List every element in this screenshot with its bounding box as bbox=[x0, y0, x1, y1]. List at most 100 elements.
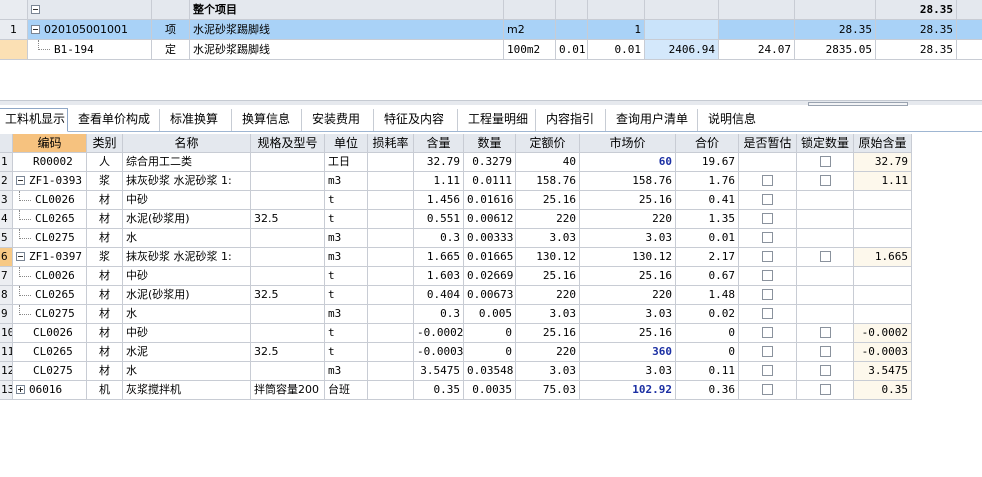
resource-row[interactable]: 6 ZF1-0397 浆抹灰砂浆 水泥砂浆 1: m3 1.665 0.01665 130.… bbox=[0, 248, 912, 267]
quantity-cell[interactable]: 0.02669 bbox=[464, 267, 516, 286]
col-original-content[interactable]: 原始含量 bbox=[854, 134, 912, 153]
code-cell[interactable]: R00002 bbox=[13, 153, 87, 172]
loss-rate-cell[interactable] bbox=[368, 267, 414, 286]
lock-quantity-checkbox[interactable] bbox=[819, 345, 831, 357]
unit-cell[interactable]: t bbox=[325, 191, 368, 210]
lock-quantity-checkbox[interactable] bbox=[819, 326, 831, 338]
market-price-cell[interactable]: 220 bbox=[580, 210, 676, 229]
content-cell[interactable]: 1.11 bbox=[414, 172, 464, 191]
name-cell[interactable]: 水 bbox=[123, 229, 251, 248]
quantity-cell[interactable]: 0.3279 bbox=[464, 153, 516, 172]
loss-rate-cell[interactable] bbox=[368, 324, 414, 343]
lock-quantity-checkbox[interactable] bbox=[819, 155, 831, 167]
tab-query-user-list[interactable]: 查询用户清单 bbox=[610, 109, 698, 131]
col-provisional[interactable]: 是否暂估 bbox=[739, 134, 797, 153]
quota-quantity[interactable]: 0.01 bbox=[588, 40, 645, 60]
unit-cell[interactable]: 台班 bbox=[325, 381, 368, 400]
market-price-cell[interactable]: 130.12 bbox=[580, 248, 676, 267]
col-quota-price[interactable]: 定额价 bbox=[516, 134, 580, 153]
provisional-checkbox[interactable] bbox=[762, 212, 773, 224]
name-cell[interactable]: 水泥(砂浆用) bbox=[123, 210, 251, 229]
unit-cell[interactable]: m3 bbox=[325, 362, 368, 381]
market-price-cell[interactable]: 3.03 bbox=[580, 362, 676, 381]
name-cell[interactable]: 抹灰砂浆 水泥砂浆 1: bbox=[123, 172, 251, 191]
loss-rate-cell[interactable] bbox=[368, 229, 414, 248]
quantity-cell[interactable]: 0.00612 bbox=[464, 210, 516, 229]
loss-rate-cell[interactable] bbox=[368, 172, 414, 191]
code-cell[interactable]: CL0026 bbox=[13, 267, 87, 286]
collapse-icon[interactable] bbox=[16, 251, 25, 261]
loss-rate-cell[interactable] bbox=[368, 248, 414, 267]
quantity-cell[interactable]: 0 bbox=[464, 343, 516, 362]
tab-content-guide[interactable]: 内容指引 bbox=[540, 109, 606, 131]
name-cell[interactable]: 中砂 bbox=[123, 267, 251, 286]
content-cell[interactable]: -0.0003 bbox=[414, 343, 464, 362]
code-cell[interactable]: ZF1-0393 bbox=[13, 172, 87, 191]
collapse-icon[interactable] bbox=[31, 24, 40, 34]
resource-row[interactable]: 1 R00002 人综合用工二类 工日 32.79 0.3279 40 60 19.67 32.7… bbox=[0, 153, 912, 172]
content-cell[interactable]: 0.3 bbox=[414, 229, 464, 248]
quantity-cell[interactable]: 0 bbox=[464, 324, 516, 343]
tab-installation-fee[interactable]: 安装费用 bbox=[306, 109, 374, 131]
col-content[interactable]: 含量 bbox=[414, 134, 464, 153]
code-cell[interactable]: CL0275 bbox=[13, 229, 87, 248]
col-quantity[interactable]: 数量 bbox=[464, 134, 516, 153]
name-cell[interactable]: 抹灰砂浆 水泥砂浆 1: bbox=[123, 248, 251, 267]
tab-conversion-info[interactable]: 换算信息 bbox=[236, 109, 302, 131]
spec-cell[interactable]: 32.5 bbox=[251, 343, 325, 362]
col-market-price[interactable]: 市场价 bbox=[580, 134, 676, 153]
col-lock-quantity[interactable]: 锁定数量 bbox=[797, 134, 854, 153]
quota-row[interactable]: B1-194 定 水泥砂浆踢脚线 100m2 0.01 0.01 2406.94… bbox=[0, 40, 982, 60]
col-name[interactable]: 名称 bbox=[123, 134, 251, 153]
market-price-cell[interactable]: 3.03 bbox=[580, 305, 676, 324]
resource-row[interactable]: 13 06016 机灰浆搅拌机 拌筒容量200 台班 0.35 0.0035 75.03 102… bbox=[0, 381, 912, 400]
code-cell[interactable]: CL0265 bbox=[13, 210, 87, 229]
quantity-cell[interactable]: 0.03548 bbox=[464, 362, 516, 381]
code-cell[interactable]: CL0275 bbox=[13, 305, 87, 324]
content-cell[interactable]: -0.0002 bbox=[414, 324, 464, 343]
market-price-cell[interactable]: 25.16 bbox=[580, 191, 676, 210]
provisional-checkbox[interactable] bbox=[762, 383, 773, 395]
spec-cell[interactable] bbox=[251, 191, 325, 210]
lock-quantity-checkbox[interactable] bbox=[819, 364, 831, 376]
unit-cell[interactable]: m3 bbox=[325, 248, 368, 267]
resource-row[interactable]: 4 CL0265 材水泥(砂浆用) 32.5 t 0.551 0.00612 220 220 1.… bbox=[0, 210, 912, 229]
col-code[interactable]: 编码 bbox=[13, 134, 87, 153]
spec-cell[interactable] bbox=[251, 172, 325, 191]
code-cell[interactable]: 06016 bbox=[13, 381, 87, 400]
collapse-icon[interactable] bbox=[16, 175, 25, 185]
market-price-cell[interactable]: 25.16 bbox=[580, 267, 676, 286]
content-cell[interactable]: 0.551 bbox=[414, 210, 464, 229]
quota-name[interactable]: 水泥砂浆踢脚线 bbox=[190, 40, 504, 60]
unit-cell[interactable]: t bbox=[325, 267, 368, 286]
quota-code-cell[interactable]: B1-194 bbox=[28, 40, 152, 60]
market-price-cell[interactable]: 158.76 bbox=[580, 172, 676, 191]
provisional-checkbox[interactable] bbox=[762, 231, 773, 243]
content-cell[interactable]: 0.3 bbox=[414, 305, 464, 324]
loss-rate-cell[interactable] bbox=[368, 286, 414, 305]
col-total-price[interactable]: 合价 bbox=[676, 134, 739, 153]
content-cell[interactable]: 0.404 bbox=[414, 286, 464, 305]
lock-quantity-checkbox[interactable] bbox=[819, 383, 831, 395]
tab-unit-price-composition[interactable]: 查看单价构成 bbox=[72, 109, 160, 131]
tab-features-content[interactable]: 特征及内容 bbox=[378, 109, 458, 131]
spec-cell[interactable]: 拌筒容量200 bbox=[251, 381, 325, 400]
resource-row[interactable]: 5 CL0275 材水 m3 0.3 0.00333 3.03 3.03 0.01 bbox=[0, 229, 912, 248]
name-cell[interactable]: 水泥 bbox=[123, 343, 251, 362]
col-spec[interactable]: 规格及型号 bbox=[251, 134, 325, 153]
loss-rate-cell[interactable] bbox=[368, 362, 414, 381]
resource-row[interactable]: 2 ZF1-0393 浆抹灰砂浆 水泥砂浆 1: m3 1.11 0.0111 158.76… bbox=[0, 172, 912, 191]
col-category[interactable]: 类别 bbox=[87, 134, 123, 153]
loss-rate-cell[interactable] bbox=[368, 153, 414, 172]
content-cell[interactable]: 1.665 bbox=[414, 248, 464, 267]
quota-content[interactable]: 0.01 bbox=[556, 40, 588, 60]
unit-cell[interactable]: t bbox=[325, 210, 368, 229]
tab-description[interactable]: 说明信息 bbox=[702, 109, 770, 131]
unit-cell[interactable]: m3 bbox=[325, 229, 368, 248]
code-cell[interactable]: ZF1-0397 bbox=[13, 248, 87, 267]
splitter-handle[interactable] bbox=[808, 102, 908, 106]
quantity-cell[interactable]: 0.00673 bbox=[464, 286, 516, 305]
quota-unit[interactable]: 100m2 bbox=[504, 40, 556, 60]
code-cell[interactable]: CL0265 bbox=[13, 343, 87, 362]
spec-cell[interactable] bbox=[251, 324, 325, 343]
